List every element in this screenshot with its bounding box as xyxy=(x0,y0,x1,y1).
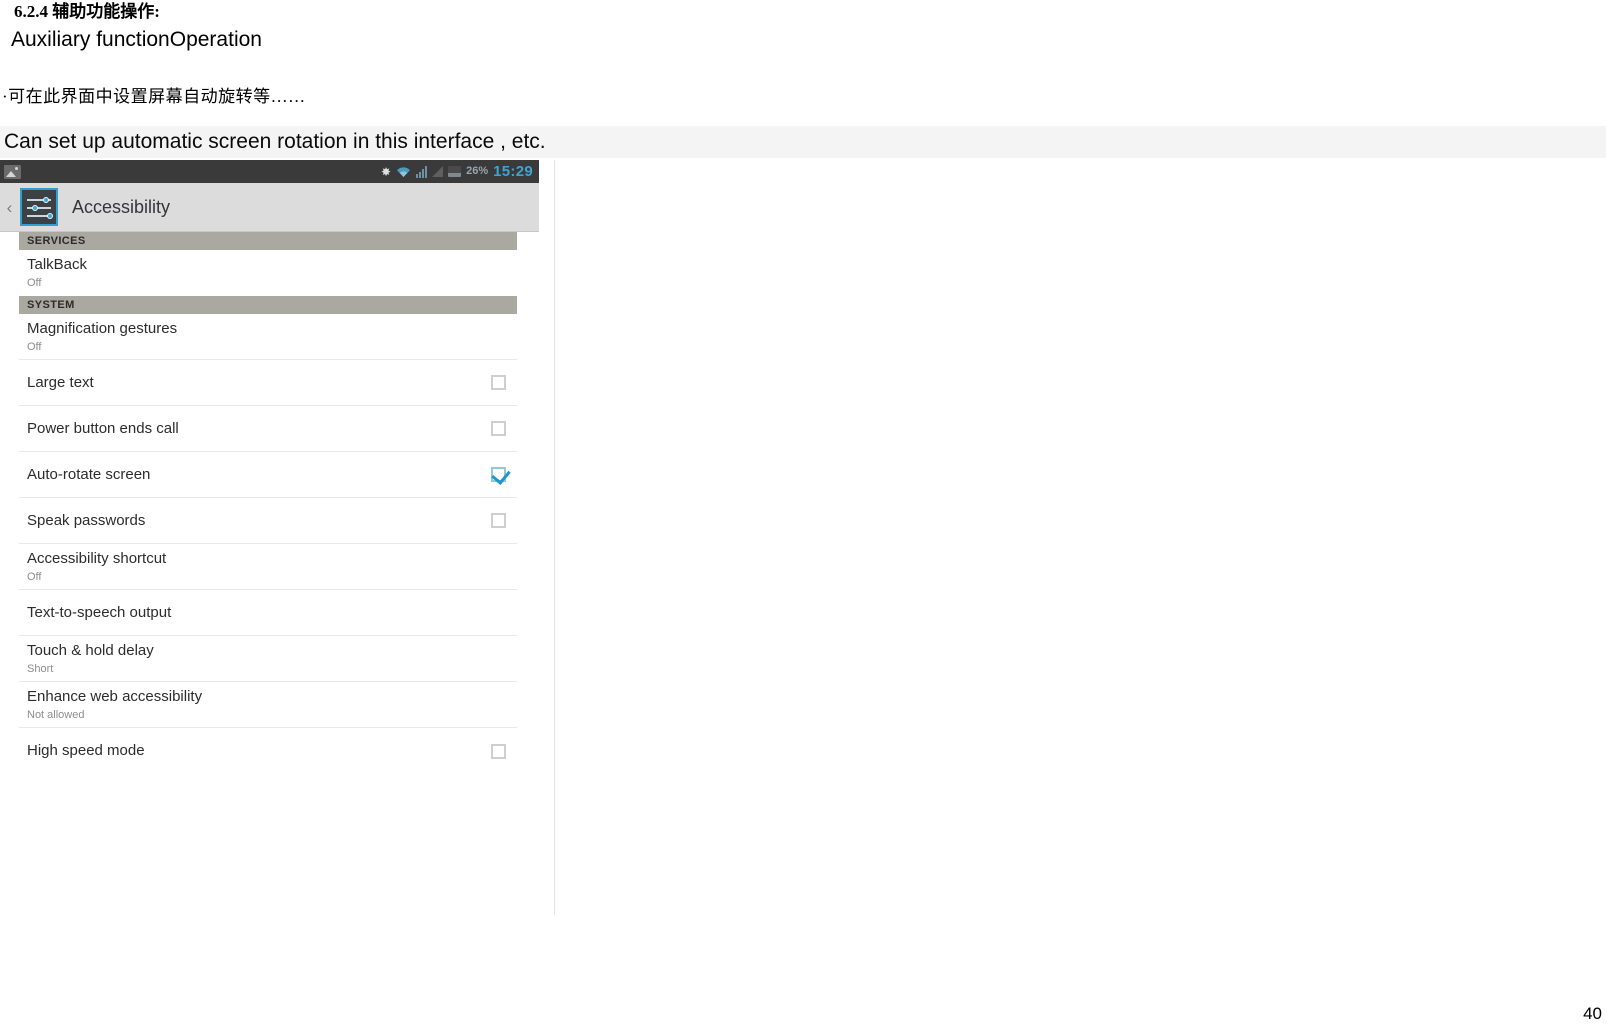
list-item-texts: Speak passwords xyxy=(27,511,145,531)
list-item-title: Large text xyxy=(27,373,94,391)
list-item[interactable]: Touch & hold delay Short xyxy=(19,636,517,682)
section-header: SERVICES xyxy=(19,232,517,250)
checkbox-unchecked[interactable] xyxy=(491,513,506,528)
list-item[interactable]: Power button ends call xyxy=(19,406,517,452)
list-item-title: Enhance web accessibility xyxy=(27,687,203,705)
screenshot-icon xyxy=(4,164,21,179)
page-number: 40 xyxy=(1583,1004,1602,1023)
list-item-subtitle: Not allowed xyxy=(27,708,85,721)
list-item-title: High speed mode xyxy=(27,742,145,759)
battery-icon xyxy=(448,166,462,177)
list-item-title: TalkBack xyxy=(27,256,88,273)
list-item-subtitle: Off xyxy=(27,340,42,353)
back-chevron-icon[interactable]: ‹ xyxy=(1,199,18,216)
wifi-icon xyxy=(396,166,411,178)
app-bar-title: Accessibility xyxy=(72,196,171,217)
signal-icon xyxy=(416,165,428,178)
section-header-label: SERVICES xyxy=(27,235,86,247)
list-item-subtitle: Short xyxy=(27,662,54,675)
status-bar-left-icons xyxy=(4,164,21,179)
list-item-subtitle: Off xyxy=(27,570,42,583)
list-item-subtitle: Off xyxy=(27,277,42,289)
section-header: SYSTEM xyxy=(19,296,517,314)
list-item[interactable]: Auto-rotate screen xyxy=(19,452,517,498)
checkbox-checked[interactable] xyxy=(491,467,506,482)
battery-percent: 26% xyxy=(466,165,489,177)
list-item[interactable]: Large text xyxy=(19,360,517,406)
list-item-texts: Enhance web accessibility Not allowed xyxy=(27,687,202,723)
vertical-divider-rule xyxy=(554,160,555,915)
accessibility-sliders-icon xyxy=(20,188,58,226)
list-item-texts: Large text xyxy=(27,373,94,393)
bullet-note-chinese: ·可在此界面中设置屏幕自动旋转等…… xyxy=(2,87,306,106)
list-item[interactable]: Accessibility shortcut Off xyxy=(19,544,517,590)
list-item-texts: Touch & hold delay Short xyxy=(27,641,154,677)
list-item-title: Accessibility shortcut xyxy=(27,549,167,567)
list-item-texts: Text-to-speech output xyxy=(27,603,171,623)
list-item-title: Magnification gestures xyxy=(27,319,178,337)
list-item[interactable]: Text-to-speech output xyxy=(19,590,517,636)
status-bar-right-icons: ✸ 26% 15:29 xyxy=(381,164,533,179)
list-item-title: Auto-rotate screen xyxy=(27,465,151,483)
checkbox-unchecked[interactable] xyxy=(491,421,506,436)
list-item-title: Touch & hold delay xyxy=(27,641,154,659)
list-item[interactable]: TalkBack Off xyxy=(19,250,517,296)
status-bar: ✸ 26% 15:29 xyxy=(0,160,539,183)
section-header-label: SYSTEM xyxy=(27,299,75,311)
section-heading-chinese: 6.2.4 辅助功能操作: xyxy=(14,2,160,21)
list-item[interactable]: Magnification gestures Off xyxy=(19,314,517,360)
caption-english: Can set up automatic screen rotation in … xyxy=(4,130,546,153)
list-item[interactable]: High speed mode xyxy=(19,728,517,774)
settings-list[interactable]: SERVICES TalkBack Off SYSTEM Magnification g… xyxy=(0,232,539,774)
status-bar-clock: 15:29 xyxy=(493,163,533,180)
action-bar: ‹ Accessibility xyxy=(0,183,539,232)
section-heading-english: Auxiliary functionOperation xyxy=(11,28,262,51)
checkbox-unchecked[interactable] xyxy=(491,743,506,759)
list-item-texts: TalkBack Off xyxy=(27,255,87,291)
triangle-icon xyxy=(432,166,444,177)
list-item-texts: Auto-rotate screen xyxy=(27,465,150,485)
list-item-title: Text-to-speech output xyxy=(27,603,172,621)
phone-screenshot: ✸ 26% 15:29 ‹ Accessibility SERVICES Talk… xyxy=(0,160,539,915)
list-item-title: Speak passwords xyxy=(27,511,146,529)
bluetooth-icon: ✸ xyxy=(381,164,392,179)
list-item[interactable]: Speak passwords xyxy=(19,498,517,544)
checkbox-unchecked[interactable] xyxy=(491,375,506,390)
list-item-title: Power button ends call xyxy=(27,419,179,437)
list-item-texts: High speed mode xyxy=(27,741,145,761)
list-item-texts: Magnification gestures Off xyxy=(27,319,177,355)
list-item-texts: Accessibility shortcut Off xyxy=(27,549,166,585)
list-item-texts: Power button ends call xyxy=(27,419,179,439)
list-item[interactable]: Enhance web accessibility Not allowed xyxy=(19,682,517,728)
